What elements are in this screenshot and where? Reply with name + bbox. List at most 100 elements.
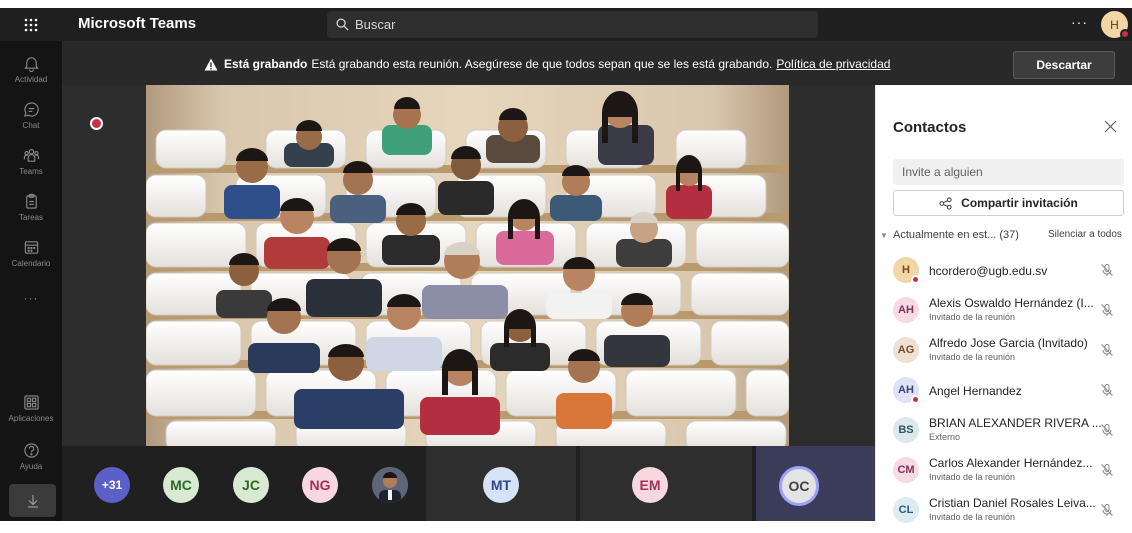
participant-avatar-mc[interactable]: MC: [163, 467, 199, 503]
privacy-policy-link[interactable]: Política de privacidad: [776, 57, 890, 71]
avatar: AH: [893, 297, 919, 323]
rail-more-button[interactable]: ···: [0, 291, 62, 305]
participant-avatar-ng[interactable]: NG: [302, 467, 338, 503]
avatar-initials: AG: [897, 344, 915, 356]
rail-label-activity: Actividad: [14, 74, 48, 84]
warning-icon: [204, 58, 218, 70]
chat-icon: [23, 101, 39, 117]
mic-off-icon[interactable]: [1100, 503, 1114, 517]
rail-item-teams[interactable]: Teams: [0, 139, 62, 183]
avatar-initials: AH: [898, 384, 914, 396]
rail-item-chat[interactable]: Chat: [0, 93, 62, 137]
recording-notice-title: Está grabando: [224, 57, 308, 71]
search-icon: [336, 18, 349, 31]
participant-role: Externo: [929, 432, 961, 442]
participant-name: hcordero@ugb.edu.sv: [929, 264, 1048, 278]
recording-indicator-icon: [90, 117, 103, 130]
participant-row[interactable]: AG Alfredo Jose Garcia (Invitado) Invita…: [876, 333, 1132, 373]
avatar: BS: [893, 417, 919, 443]
app-launcher-icon[interactable]: [0, 8, 62, 41]
participant-avatar-jc[interactable]: JC: [233, 467, 269, 503]
profile-initial: H: [1110, 17, 1119, 32]
participant-avatar-em[interactable]: EM: [632, 467, 668, 503]
participant-row[interactable]: H hcordero@ugb.edu.sv: [876, 253, 1132, 293]
mic-off-icon[interactable]: [1100, 303, 1114, 317]
participant-name: Angel Hernandez: [929, 384, 1022, 398]
search-box[interactable]: Buscar: [327, 11, 818, 38]
mute-all-button[interactable]: Silenciar a todos: [1048, 229, 1122, 240]
mic-off-icon[interactable]: [1100, 463, 1114, 477]
calendar-icon: [24, 240, 38, 254]
auditorium-seating: [146, 91, 789, 446]
avatar-initials: CL: [898, 504, 914, 516]
participant-name: Alexis Oswaldo Hernández (I...: [929, 296, 1094, 310]
rail-label-teams: Teams: [19, 166, 43, 176]
avatar: CL: [893, 497, 919, 523]
rail-label-tasks: Tareas: [18, 212, 43, 222]
avatar: CM: [893, 457, 919, 483]
profile-avatar[interactable]: H: [1101, 11, 1130, 39]
tasks-icon: [25, 193, 37, 209]
invite-input[interactable]: [893, 159, 1124, 185]
rail-item-calendar[interactable]: Calendario: [0, 231, 62, 275]
mic-off-icon[interactable]: [1100, 423, 1114, 437]
status-busy-icon: [911, 275, 920, 284]
search-placeholder: Buscar: [355, 17, 396, 32]
participant-avatar-mt[interactable]: MT: [483, 467, 519, 503]
apps-icon: [23, 394, 39, 410]
panel-title: Contactos: [893, 119, 967, 136]
avatar: H: [893, 257, 920, 284]
participant-row[interactable]: CM Carlos Alexander Hernández... Invitad…: [876, 453, 1132, 493]
title-bar: Microsoft Teams Buscar ··· H: [0, 8, 1132, 41]
rail-label-calendar: Calendario: [11, 258, 51, 268]
rail-label-apps: Aplicaciones: [8, 413, 54, 423]
dismiss-button[interactable]: Descartar: [1013, 51, 1115, 79]
participant-row[interactable]: AH Alexis Oswaldo Hernández (I... Invita…: [876, 293, 1132, 333]
mic-off-icon[interactable]: [1100, 383, 1114, 397]
share-invite-button[interactable]: Compartir invitación: [893, 190, 1124, 216]
participant-row[interactable]: CL Cristian Daniel Rosales Leiva... Invi…: [876, 493, 1132, 533]
meeting-stage: [62, 85, 875, 446]
download-icon: [27, 494, 38, 508]
participant-name: BRIAN ALEXANDER RIVERA ...: [929, 416, 1102, 430]
download-button[interactable]: [9, 484, 56, 517]
mic-off-icon[interactable]: [1100, 343, 1114, 357]
avatar-initials: BS: [898, 424, 914, 436]
more-participants-button[interactable]: +31: [94, 467, 130, 503]
bell-icon: [23, 56, 39, 72]
participant-strip: +31 MC JC NG MT EM OC: [62, 446, 875, 521]
avatar-initials: AH: [898, 304, 914, 316]
participant-role: Invitado de la reunión: [929, 312, 1016, 322]
teams-icon: [23, 148, 39, 162]
status-busy-icon: [1120, 29, 1130, 39]
avatar: AH: [893, 377, 920, 404]
person-photo-icon: [372, 467, 408, 503]
avatar-initials: CM: [897, 464, 915, 476]
rail-label-chat: Chat: [22, 120, 40, 130]
rail-item-activity[interactable]: Actividad: [0, 47, 62, 91]
participant-avatar-oc-speaking[interactable]: OC: [779, 466, 819, 506]
section-label: Actualmente en est... (37): [893, 229, 1019, 241]
rail-item-help[interactable]: Ayuda: [0, 434, 62, 478]
status-busy-icon: [911, 395, 920, 404]
recording-notice-message: Está grabando esta reunión. Asegúrese de…: [311, 57, 773, 71]
participant-photo-avatar[interactable]: [372, 467, 408, 503]
participant-name: Cristian Daniel Rosales Leiva...: [929, 496, 1096, 510]
in-meeting-section[interactable]: ▼ Actualmente en est... (37) Silenciar a…: [880, 228, 1130, 244]
more-options-button[interactable]: ···: [1071, 14, 1088, 30]
together-mode-scene: [146, 85, 789, 446]
participant-role: Invitado de la reunión: [929, 472, 1016, 482]
participant-row[interactable]: BS BRIAN ALEXANDER RIVERA ... Externo: [876, 413, 1132, 453]
teams-window: Microsoft Teams Buscar ··· H Actividad C…: [0, 0, 1132, 523]
avatar: AG: [893, 337, 919, 363]
avatar-initials: H: [902, 264, 910, 276]
recording-notice: Está grabando Está grabando esta reunión…: [204, 57, 890, 71]
share-icon: [939, 196, 952, 210]
participant-row[interactable]: AH Angel Hernandez: [876, 373, 1132, 413]
close-icon[interactable]: [1104, 120, 1117, 133]
participant-name: Alfredo Jose Garcia (Invitado): [929, 336, 1088, 350]
mic-off-icon[interactable]: [1100, 263, 1114, 277]
rail-item-tasks[interactable]: Tareas: [0, 185, 62, 229]
app-rail: Actividad Chat Teams Tareas Calendario ·…: [0, 41, 62, 521]
rail-item-apps[interactable]: Aplicaciones: [0, 386, 62, 430]
